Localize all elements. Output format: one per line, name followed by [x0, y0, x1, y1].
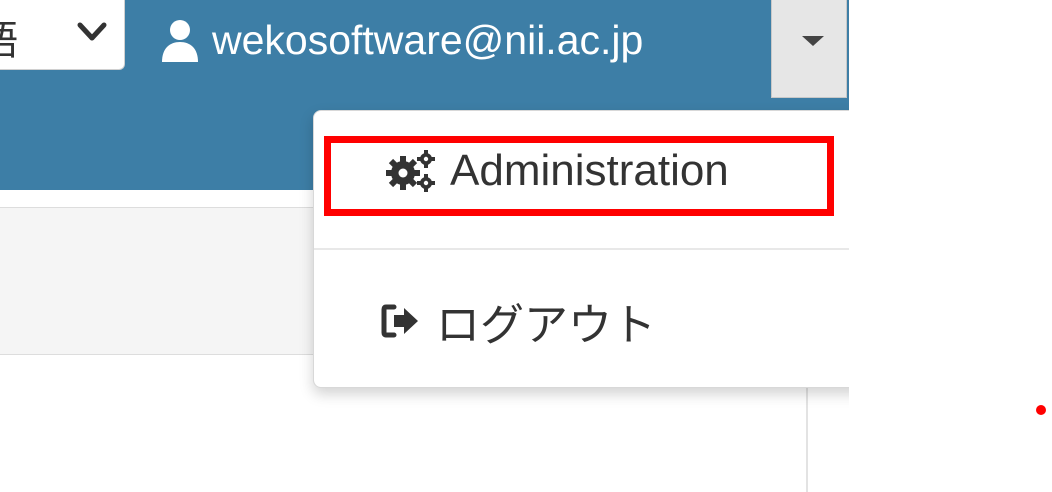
- menu-item-logout[interactable]: ログアウト: [314, 291, 916, 351]
- language-select[interactable]: 語: [0, 0, 125, 70]
- highlight-box: [324, 136, 834, 216]
- language-select-value: 語: [0, 8, 18, 66]
- caret-down-icon: [802, 36, 824, 46]
- user-account-link[interactable]: wekosoftware@nii.ac.jp: [160, 0, 643, 80]
- chevron-down-icon: [77, 22, 107, 41]
- user-icon: [162, 20, 198, 62]
- page-background: [849, 0, 1052, 492]
- user-email: wekosoftware@nii.ac.jp: [212, 16, 644, 63]
- menu-divider: [314, 248, 850, 250]
- menu-item-label: ログアウト: [436, 301, 656, 350]
- annotation-dot: [1036, 405, 1046, 415]
- user-menu-toggle-button[interactable]: [771, 0, 847, 98]
- sign-out-icon: [381, 304, 418, 338]
- sub-header-panel: [0, 207, 320, 355]
